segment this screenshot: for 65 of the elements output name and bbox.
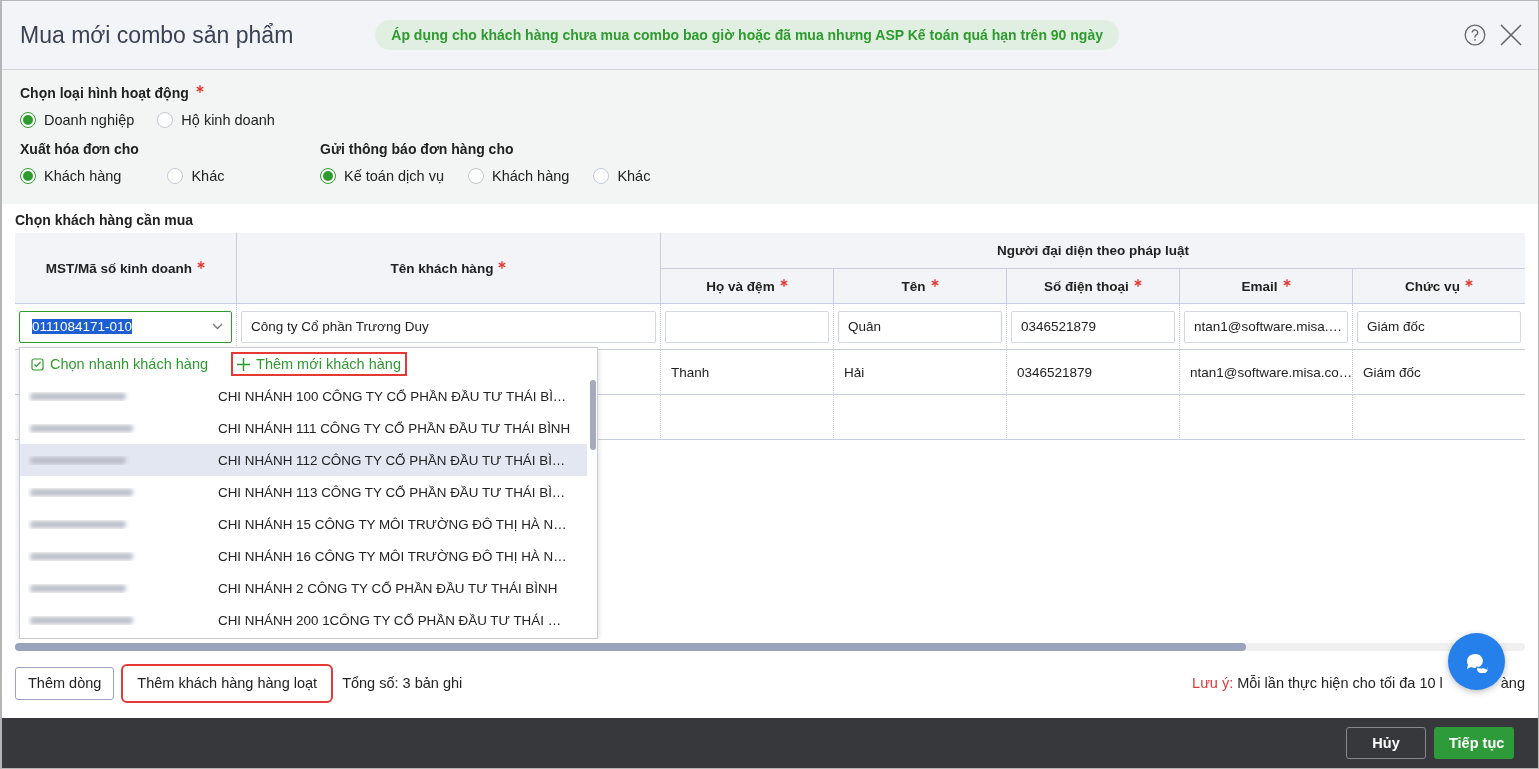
field-label: Gửi thông báo đơn hàng cho [320,141,514,157]
table-cell: Giám đốc [1353,350,1525,395]
column-title: Tên khách hàng [390,260,494,276]
radio-button[interactable] [20,112,36,128]
radio-button[interactable] [593,168,610,184]
radio-button[interactable] [20,168,36,184]
radio-button[interactable] [320,168,336,184]
text-input[interactable]: Quân [838,310,1002,343]
note-text: àng [1500,675,1525,691]
table-cell: ntan1@software.misa.co… [1180,350,1353,395]
total-count: Tổng số: 3 bản ghi [342,675,463,691]
text-input[interactable]: ntan1@software.misa.… [1184,310,1348,343]
add-customer-link[interactable]: Thêm mới khách hàng [231,352,407,376]
section-title: Chọn khách hàng cần mua [15,211,195,230]
help-icon[interactable] [1464,24,1486,46]
text-input[interactable]: Công ty Cổ phần Trương Duy [241,310,656,343]
horizontal-scrollbar[interactable] [15,643,1525,651]
add-button[interactable]: Thêm khách hàng hàng loạt [124,666,331,700]
dropdown-item[interactable]: CHI NHÁNH 16 CÔNG TY MÔI TRƯỜNG ĐÔ THỊ HÀ N… [20,540,587,572]
column-group-header: Người đại diện theo pháp luật [661,233,1525,269]
radio-option[interactable]: Hộ kinh doanh [157,112,275,128]
notice-banner: Áp dụng cho khách hàng chưa mua combo bao giờ hoặc đã mua nhưng ASP Kế toán quá hạn trên 90 ngày [375,20,1119,50]
dropdown-item[interactable]: CHI NHÁNH 113 CÔNG TY CỔ PHẦN ĐẦU TƯ THÁI BÌ… [20,476,587,508]
close-icon[interactable] [1500,24,1522,46]
note-text: Mỗi lần thực hiện cho tối đa 10 l [1237,675,1443,691]
field-label: Xuất hóa đơn cho [20,141,139,157]
table-cell: 0346521879 [1007,350,1180,395]
dropdown-item[interactable]: CHI NHÁNH 100 CÔNG TY CỔ PHẦN ĐẦU TƯ THÁI BÌ… [20,380,587,412]
field-label: Chọn loại hình hoạt động [20,85,189,101]
column-title: Email [1241,278,1278,294]
column-title: Số điện thoại [1044,278,1129,294]
tax-code-combobox[interactable]: 0111084171-010 [19,310,232,343]
add-button[interactable]: Thêm dòng [15,666,115,700]
column-title: Họ và đệm [706,278,775,294]
chevron-down-icon [212,323,223,330]
radio-option[interactable]: Doanh nghiệp [20,112,135,128]
column-title: Tên [901,278,926,294]
note-label: Lưu ý: [1192,675,1234,691]
cancel-button[interactable]: Hủy [1346,727,1426,759]
dropdown-item[interactable]: CHI NHÁNH 111 CÔNG TY CỔ PHẦN ĐẦU TƯ THÁI BÌNH [20,412,587,444]
dropdown-item[interactable]: CHI NHÁNH 15 CÔNG TY MÔI TRƯỜNG ĐÔ THỊ HÀ N… [20,508,587,540]
plus-icon [237,357,251,371]
dropdown-item[interactable]: CHI NHÁNH 2 CÔNG TY CỔ PHẦN ĐẦU TƯ THÁI BÌNH [20,572,587,604]
continue-button[interactable]: Tiếp tục [1434,727,1514,759]
radio-option[interactable]: Khách hàng [467,168,570,184]
column-title: MST/Mã số kinh doanh [45,260,193,276]
table-cell: Hải [834,350,1007,395]
scrollbar-thumb[interactable] [590,380,596,450]
dialog-title: Mua mới combo sản phẩm [20,21,294,49]
dropdown-item[interactable]: CHI NHÁNH 200 1CÔNG TY CỔ PHẦN ĐẦU TƯ THÁI … [20,604,587,636]
radio-button[interactable] [157,112,174,128]
radio-option[interactable]: Khác [593,168,651,184]
column-title: Chức vụ [1405,278,1460,294]
radio-option[interactable]: Khác [167,168,225,184]
radio-option[interactable]: Kế toán dịch vụ [320,168,444,184]
checkbox-icon [31,357,44,371]
table-cell: Thanh [661,350,834,395]
text-input[interactable]: Giám đốc [1357,310,1521,343]
radio-option[interactable]: Khách hàng [20,168,122,184]
text-input[interactable]: 0346521879 [1011,310,1175,343]
quick-pick-link[interactable]: Chọn nhanh khách hàng [25,352,215,376]
radio-button[interactable] [167,168,184,184]
dropdown-item[interactable]: CHI NHÁNH 112 CÔNG TY CỔ PHẦN ĐẦU TƯ THÁI BÌ… [20,444,587,476]
text-input[interactable] [665,310,829,343]
radio-button[interactable] [467,168,484,184]
